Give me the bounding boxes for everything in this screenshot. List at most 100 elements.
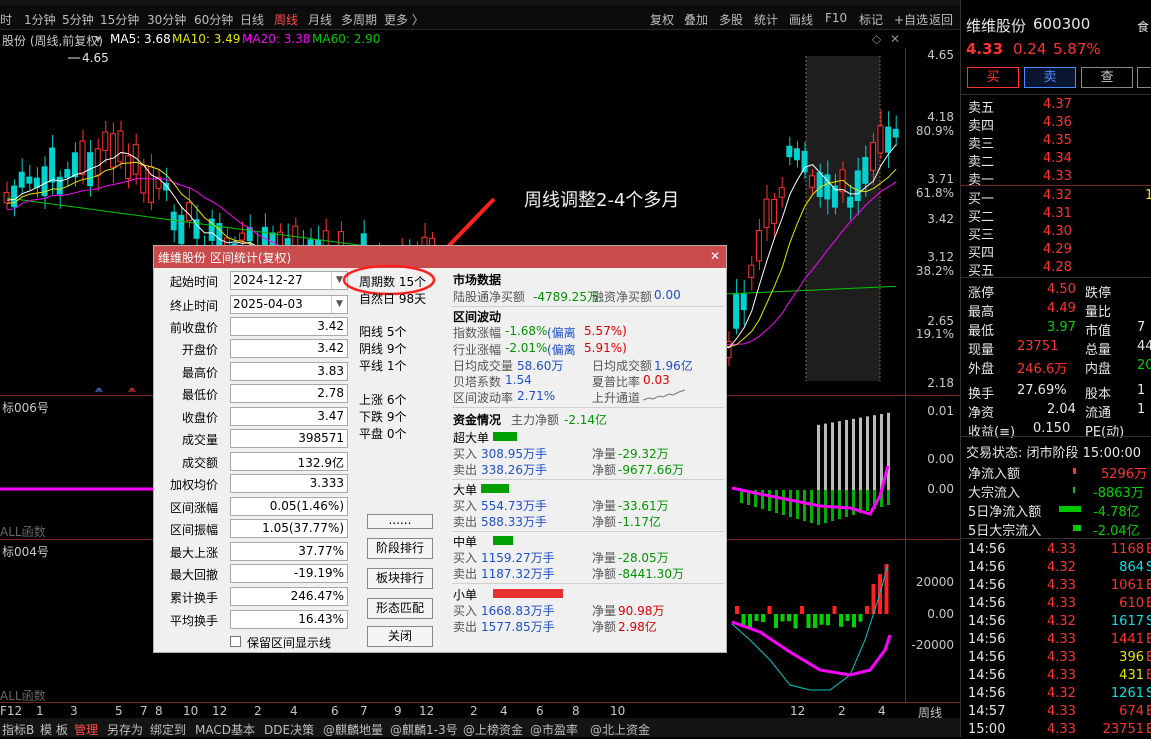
close-button[interactable]: 关闭 — [367, 626, 433, 647]
value-field[interactable]: 3.42 — [230, 339, 348, 358]
tab-qilin-volume[interactable]: @麒麟地量 — [323, 721, 383, 738]
tab-dde[interactable]: DDE决策 — [264, 721, 314, 738]
indicator-tabs: 指标B 模 板 管理 另存为 绑定到 MACD基本 DDE决策 @麒麟地量 @麒… — [0, 718, 960, 737]
value-field[interactable]: 398571 — [230, 429, 348, 448]
tab-manage[interactable]: 管理 — [74, 721, 98, 738]
sector-rank-button[interactable]: 板块排行 — [367, 568, 433, 589]
value-field[interactable]: 16.43% — [230, 610, 348, 629]
extra-button[interactable] — [1137, 67, 1151, 88]
tick-row: 14:56 4.33 431 B — [968, 668, 1151, 683]
value-field[interactable]: 246.47% — [230, 587, 348, 606]
bid-row[interactable]: 买五 4.28 — [961, 259, 1151, 279]
toolbar-back[interactable]: 返回 — [929, 11, 953, 28]
period-more[interactable]: 更多 〉 — [384, 11, 424, 28]
buy-button[interactable]: 买 — [967, 67, 1019, 88]
value-field[interactable]: 2.78 — [230, 384, 348, 403]
period-60min[interactable]: 60分钟 — [194, 11, 233, 28]
diamond-icon[interactable]: ◇ — [872, 32, 881, 46]
dropdown-arrow-icon[interactable]: ▼ — [331, 296, 347, 313]
period-multi[interactable]: 多周期 — [341, 11, 377, 28]
dialog-title: 维维股份 区间统计(复权) — [158, 251, 292, 265]
bid-row[interactable]: 买四 4.29 — [961, 241, 1151, 261]
toolbar-multi-stock[interactable]: 多股 — [719, 11, 743, 28]
ask-row[interactable]: 卖五 4.37 — [961, 96, 1151, 116]
toolbar-add-watch[interactable]: +自选 — [894, 11, 928, 28]
period-week[interactable]: 周线 — [274, 11, 298, 28]
period-1min[interactable]: 1分钟 — [24, 11, 56, 28]
value-field[interactable]: 1.05(37.77%) — [230, 519, 348, 538]
value-field[interactable]: 37.77% — [230, 542, 348, 561]
bid-row[interactable]: 买三 4.30 — [961, 223, 1151, 243]
period-15min[interactable]: 15分钟 — [100, 11, 139, 28]
period-5min[interactable]: 5分钟 — [62, 11, 94, 28]
ma10-label: MA10: 3.49 — [172, 32, 241, 46]
period-month[interactable]: 月线 — [308, 11, 332, 28]
toolbar-mark[interactable]: 标记 — [859, 11, 883, 28]
date-axis: F12 1 3 5 7 8 10 12 2 4 6 7 9 12 2 4 6 8… — [0, 702, 960, 720]
tab-list-funds[interactable]: @上榜资金 — [463, 721, 523, 738]
tab-qilin-13[interactable]: @麒麟1-3号 — [390, 721, 458, 738]
ask-row[interactable]: 卖二 4.34 — [961, 150, 1151, 170]
stock-code: 600300 — [1033, 15, 1091, 33]
legend-dropdown-icon[interactable]: ▾ — [95, 32, 101, 46]
tick-row: 14:57 4.33 674 B — [968, 704, 1151, 719]
tick-row: 14:56 4.32 1617 S — [968, 614, 1151, 629]
more-button[interactable]: ...... — [367, 514, 433, 529]
tab-indicator-b[interactable]: 指标B — [2, 721, 34, 738]
query-button[interactable]: 查 — [1081, 67, 1133, 88]
field-label: 前收盘价 — [169, 321, 218, 335]
stat-row: 涨停 4.50 跌停 — [968, 282, 1112, 301]
field-label: 累计换手 — [169, 591, 218, 605]
period-30min[interactable]: 30分钟 — [147, 11, 186, 28]
value-field[interactable]: 132.9亿 — [230, 452, 348, 471]
close-chart-icon[interactable]: ✕ — [890, 32, 900, 46]
toolbar-overlay[interactable]: 叠加 — [684, 11, 708, 28]
pattern-match-button[interactable]: 形态匹配 — [367, 598, 433, 619]
toolbar-draw[interactable]: 画线 — [789, 11, 813, 28]
tab-mo[interactable]: 模 — [40, 721, 52, 738]
period-day[interactable]: 日线 — [240, 11, 264, 28]
stat-row: 最高 4.49 量比 — [968, 301, 1112, 320]
pane3-axis: 20000 0.00 -20000 — [905, 540, 960, 702]
tab-ban[interactable]: 板 — [56, 721, 68, 738]
toolbar-f10[interactable]: F10 — [825, 11, 847, 25]
ask-row[interactable]: 卖一 4.33 — [961, 168, 1151, 188]
value-field[interactable]: -19.19% — [230, 564, 348, 583]
stage-rank-button[interactable]: 阶段排行 — [367, 538, 433, 559]
flow-row: 5日净流入额 -4.78亿 — [968, 505, 1140, 520]
close-icon[interactable]: ✕ — [710, 249, 720, 263]
pane2-axis: 0.01 0.00 0.00 — [905, 396, 960, 539]
value-field[interactable]: 3.47 — [230, 407, 348, 426]
flat2-count: 平盘 0个 — [359, 427, 407, 441]
fib-tick: 19.1% — [915, 327, 954, 341]
bid-row[interactable]: 买一 4.32 1 — [961, 187, 1151, 207]
dialog-title-bar[interactable]: 维维股份 区间统计(复权) ✕ — [154, 246, 726, 268]
toolbar-stats[interactable]: 统计 — [754, 11, 778, 28]
price-tick: 3.12 — [927, 250, 954, 264]
tab-bind-to[interactable]: 绑定到 — [150, 721, 186, 738]
flow-row: 5日大宗流入 -2.04亿 — [968, 524, 1140, 539]
date-picker[interactable]: 2025-04-03 ▼ — [230, 295, 348, 314]
ask-row[interactable]: 卖三 4.35 — [961, 132, 1151, 152]
flow-row: 大宗流入 -8863万 — [968, 486, 1144, 501]
tab-macd[interactable]: MACD基本 — [195, 721, 255, 738]
tick-row: 14:56 4.33 396 B — [968, 650, 1151, 665]
field-label: 起始时间 — [169, 275, 218, 289]
ask-row[interactable]: 卖四 4.36 — [961, 114, 1151, 134]
sell-button[interactable]: 卖 — [1024, 67, 1076, 88]
period-hour[interactable]: 时 — [0, 11, 12, 28]
tab-pe[interactable]: @市盈率 — [530, 721, 578, 738]
keep-range-checkbox[interactable] — [230, 636, 241, 647]
tab-save-as[interactable]: 另存为 — [107, 721, 143, 738]
bid-row[interactable]: 买二 4.31 — [961, 205, 1151, 225]
value-field[interactable]: 3.333 — [230, 474, 348, 493]
value-field[interactable]: 3.83 — [230, 362, 348, 381]
stat-row: 最低 3.97 市值 7 — [968, 320, 1146, 339]
price-axis: 4.65 4.18 80.9% 3.71 61.8% 3.42 3.12 38.… — [905, 48, 960, 395]
date-picker[interactable]: 2024-12-27 ▼ — [230, 271, 348, 290]
value-field[interactable]: 3.42 — [230, 317, 348, 336]
field-label: 最高价 — [181, 366, 218, 380]
value-field[interactable]: 0.05(1.46%) — [230, 497, 348, 516]
toolbar-restore-rights[interactable]: 复权 — [650, 11, 674, 28]
tab-northbound[interactable]: @北上资金 — [590, 721, 650, 738]
